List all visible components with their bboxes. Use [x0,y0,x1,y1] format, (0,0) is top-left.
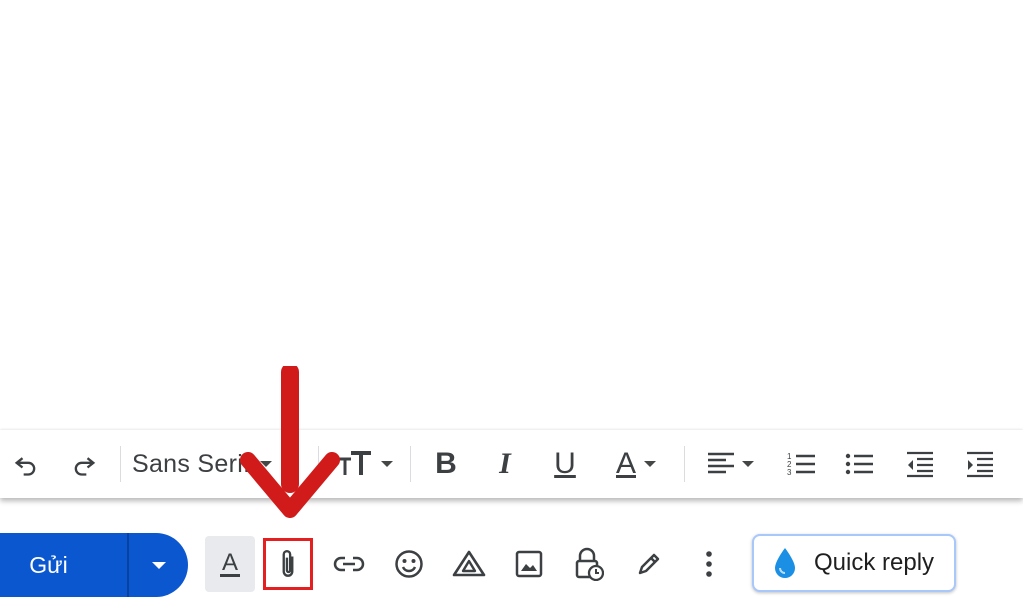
bulleted-list-button[interactable] [838,430,882,498]
insert-photo-button[interactable] [504,536,554,592]
quick-reply-button[interactable]: Quick reply [752,534,956,592]
italic-icon: I [499,447,511,480]
send-button-group: Gửi [0,533,188,597]
send-options-button[interactable] [129,533,188,597]
send-button[interactable]: Gửi [0,533,97,597]
chevron-down-icon [151,561,166,569]
link-icon [333,556,365,572]
quick-reply-label: Quick reply [814,549,935,576]
emoji-icon [395,550,423,578]
formatting-toolbar: Sans Serif B I U A 123 [0,430,1023,498]
align-left-icon [708,452,734,474]
indent-more-icon [967,451,993,478]
undo-button[interactable] [8,430,44,498]
formatting-options-button[interactable]: A [205,536,255,592]
attachment-highlight-box [263,538,313,590]
redo-icon [74,457,96,476]
water-drop-icon [772,546,798,580]
font-size-button[interactable] [330,430,400,498]
text-color-icon: A [615,447,636,480]
lock-clock-icon [575,547,604,581]
text-color-button[interactable]: A [604,430,668,498]
insert-emoji-button[interactable] [384,536,434,592]
underline-button[interactable]: U [543,430,587,498]
numbered-list-icon: 123 [787,452,815,477]
svg-text:3: 3 [787,468,792,477]
message-body[interactable] [0,0,1023,428]
underline-icon: U [554,447,576,480]
more-vert-icon [706,551,712,577]
drive-icon [452,550,486,577]
bulleted-list-icon [845,453,873,475]
toolbar-divider [684,446,685,482]
bold-icon: B [435,447,457,480]
insert-link-button[interactable] [324,536,374,592]
chevron-down-icon [381,461,393,467]
formatting-icon: A [219,548,240,577]
red-arrow-annotation [240,366,340,518]
insert-drive-button[interactable] [444,536,494,592]
redo-button[interactable] [66,430,102,498]
chevron-down-icon [742,461,754,467]
toolbar-divider [410,446,411,482]
font-name-label: Sans Serif [132,449,251,478]
italic-button[interactable]: I [483,430,527,498]
numbered-list-button[interactable]: 123 [780,430,824,498]
indent-less-icon [907,451,933,478]
toolbar-divider [120,446,121,482]
photo-icon [515,550,543,578]
pen-icon [638,553,660,575]
chevron-down-icon [644,461,656,467]
undo-icon [14,457,36,476]
bold-button[interactable]: B [424,430,468,498]
confidential-mode-button[interactable] [564,536,614,592]
more-options-button[interactable] [684,536,734,592]
indent-more-button[interactable] [958,430,1002,498]
text-size-icon [339,451,371,475]
align-button[interactable] [698,430,762,498]
indent-less-button[interactable] [898,430,942,498]
insert-signature-button[interactable] [624,536,674,592]
